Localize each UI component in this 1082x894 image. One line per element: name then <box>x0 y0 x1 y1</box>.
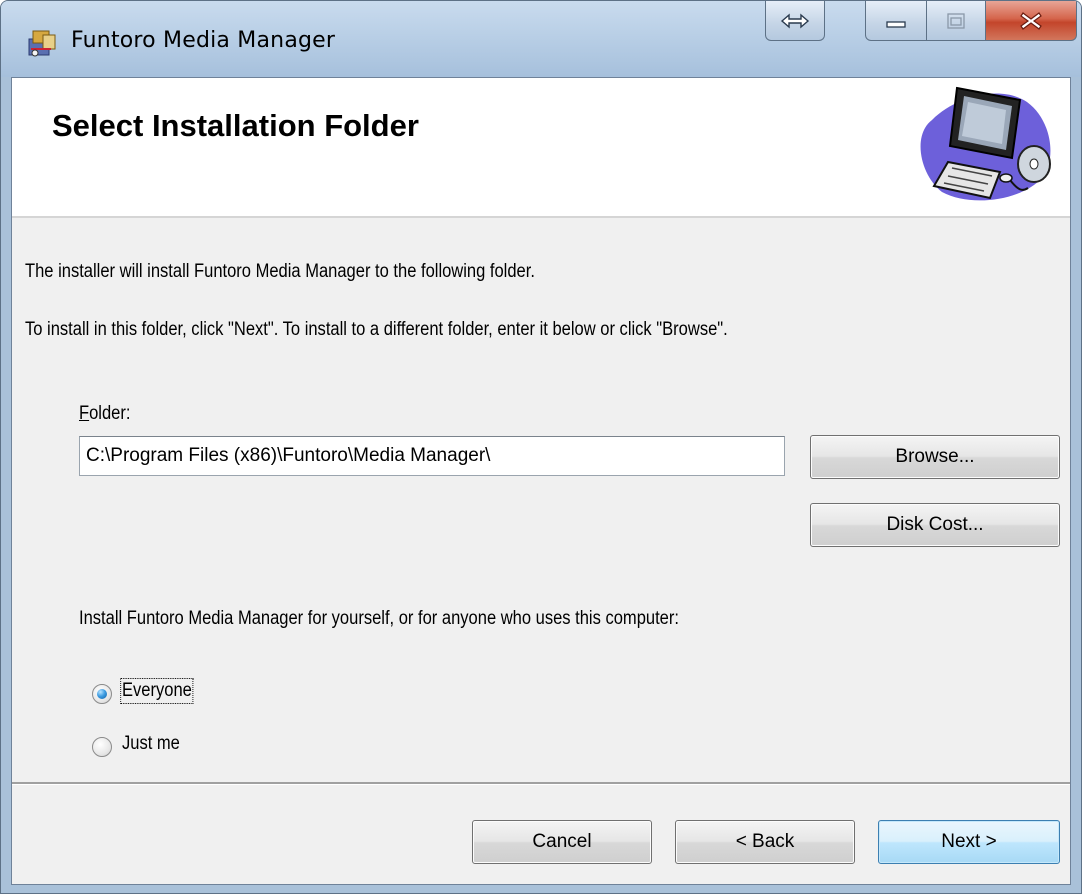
browse-button-label: Browse... <box>895 446 975 467</box>
footer-separator <box>12 782 1070 785</box>
disk-cost-button-label: Disk Cost... <box>886 514 984 535</box>
double-arrow-icon <box>780 12 810 29</box>
back-button-label: < Back <box>735 831 795 852</box>
folder-label-rest: older: <box>89 403 131 424</box>
just-me-radio-label[interactable]: Just me <box>122 733 180 755</box>
computer-with-cd-icon <box>920 86 1051 201</box>
just-me-radio[interactable] <box>92 737 112 757</box>
next-button-label: Next > <box>941 831 997 852</box>
folder-label-mnemonic: F <box>79 403 90 424</box>
installer-package-icon <box>28 30 56 57</box>
instructions-text: To install in this folder, click "Next".… <box>25 319 728 340</box>
page-title: Select Installation Folder <box>52 108 419 143</box>
minimize-icon <box>886 20 906 28</box>
maximize-button[interactable] <box>926 1 986 41</box>
next-button[interactable]: Next > <box>878 820 1060 864</box>
install-scope-text: Install Funtoro Media Manager for yourse… <box>79 608 679 629</box>
everyone-radio[interactable] <box>92 684 112 704</box>
minimize-button[interactable] <box>865 1 927 41</box>
everyone-radio-label[interactable]: Everyone <box>120 678 194 704</box>
maximize-icon <box>947 12 965 29</box>
window-title: Funtoro Media Manager <box>71 28 336 53</box>
back-button[interactable]: < Back <box>675 820 855 864</box>
folder-label: Folder: <box>79 403 130 425</box>
intro-text: The installer will install Funtoro Media… <box>25 261 535 282</box>
title-bar[interactable]: Funtoro Media Manager <box>1 1 1081 77</box>
radio-selected-dot <box>97 689 107 699</box>
cancel-button[interactable]: Cancel <box>472 820 652 864</box>
installer-window: Funtoro Media Manager Select Installatio… <box>0 0 1082 894</box>
resize-button[interactable] <box>765 1 825 41</box>
close-button[interactable] <box>985 1 1077 41</box>
header-banner: Select Installation Folder <box>12 78 1070 218</box>
browse-button[interactable]: Browse... <box>810 435 1060 479</box>
disk-cost-button[interactable]: Disk Cost... <box>810 503 1060 547</box>
dialog-client-area: Select Installation Folder The installer… <box>11 77 1071 885</box>
folder-path-input[interactable]: C:\Program Files (x86)\Funtoro\Media Man… <box>79 436 785 476</box>
close-icon <box>1020 11 1042 30</box>
cancel-button-label: Cancel <box>532 831 592 852</box>
